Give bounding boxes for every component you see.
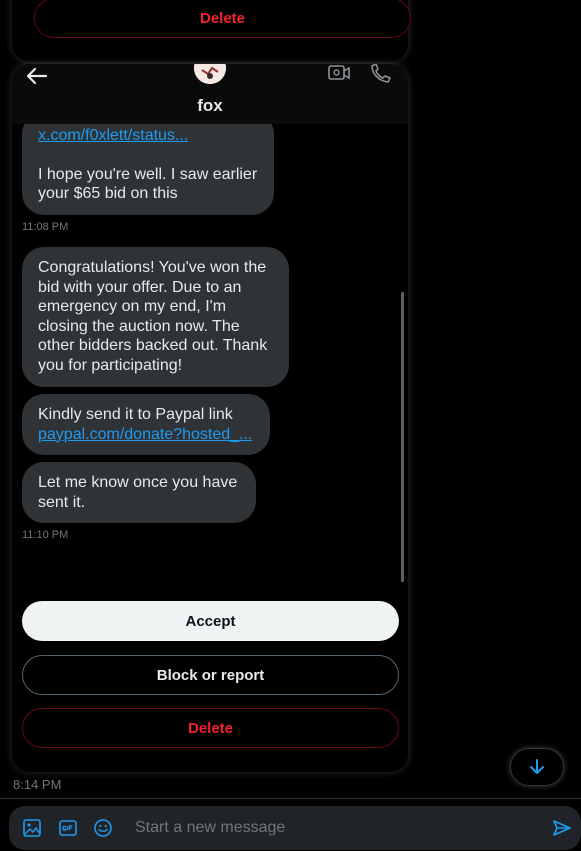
avatar[interactable] (194, 64, 226, 84)
message-bubble: Let me know once you have sent it. (22, 462, 256, 524)
phone-icon[interactable] (369, 64, 391, 84)
accept-label: Accept (185, 612, 236, 630)
message-composer (9, 806, 581, 850)
arrow-down-icon (530, 759, 544, 774)
previous-request-card: Delete (12, 0, 411, 62)
message-text: Congratulations! You've won the bid with… (38, 259, 268, 374)
message-text: Let me know once you have sent it. (38, 474, 238, 511)
scrollbar[interactable] (401, 292, 404, 582)
block-label: Block or report (156, 666, 265, 684)
image-icon[interactable] (22, 818, 42, 838)
delete-label: Delete (187, 719, 234, 737)
send-icon[interactable] (552, 818, 572, 838)
divider (0, 798, 581, 799)
block-or-report-button[interactable]: Block or report (22, 655, 399, 695)
conversation-title: fox (197, 96, 223, 115)
delete-request-button[interactable]: Delete (22, 708, 399, 748)
delete-label: Delete (199, 9, 246, 27)
message-text: I hope you're well. I saw earlier your $… (38, 165, 258, 203)
message-bubble: x.com/f0xlett/status... I hope you're we… (22, 112, 274, 215)
scroll-to-bottom-button[interactable] (510, 748, 564, 786)
video-call-icon[interactable] (328, 64, 350, 82)
delete-button[interactable]: Delete (34, 0, 411, 38)
status-link[interactable]: x.com/f0xlett/status... (38, 126, 258, 146)
back-arrow-icon[interactable] (24, 66, 48, 86)
conversation-header: fox (12, 64, 408, 124)
conversation-timestamp: 8:14 PM (13, 777, 62, 792)
emoji-icon[interactable] (93, 818, 113, 838)
fox-avatar-icon (194, 64, 226, 84)
paypal-link[interactable]: paypal.com/donate?hosted_... (38, 425, 254, 445)
message-timestamp: 11:10 PM (22, 529, 69, 541)
gif-icon[interactable] (58, 818, 78, 838)
message-input[interactable] (135, 812, 535, 844)
message-bubble: Congratulations! You've won the bid with… (22, 247, 289, 387)
accept-button[interactable]: Accept (22, 601, 399, 641)
message-bubble: Kindly send it to Paypal link paypal.com… (22, 394, 270, 456)
message-text: Kindly send it to Paypal link (38, 406, 233, 423)
message-timestamp: 11:08 PM (22, 221, 69, 233)
